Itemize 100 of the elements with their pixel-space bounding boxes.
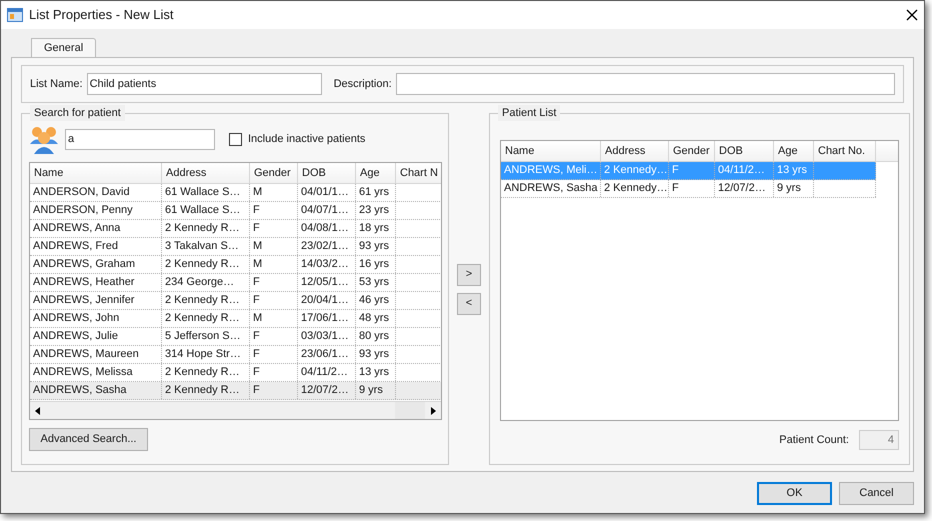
table-cell-text: 61 yrs (359, 185, 389, 200)
column-header[interactable]: Chart N (396, 163, 441, 183)
table-cell-text: 93 yrs (359, 239, 389, 254)
table-cell-text: ANDREWS, John (33, 311, 120, 326)
table-cell-text: 234 George… (165, 275, 234, 290)
table-cell-text: 23/06/1… (301, 347, 349, 362)
checkbox-label[interactable]: Include inactive patients (248, 130, 366, 148)
table-row[interactable]: ANDREWS, Fred 3 Takalvan S… M 23/02/1… 93 yrs (30, 238, 441, 256)
table-row[interactable]: ANDERSON, Penny 61 Wallace S… F 04/07/1… 23 yrs (30, 202, 441, 220)
tab[interactable]: General (31, 38, 96, 57)
column-header[interactable]: Name (501, 141, 601, 161)
table-cell-text: 46 yrs (359, 293, 389, 308)
patient-count-field: 4 (859, 430, 899, 450)
column-header[interactable]: Chart No. (814, 141, 876, 161)
table-cell-text: 13 yrs (777, 163, 807, 178)
table-row[interactable]: ANDREWS, Graham 2 Kennedy R… M 14/03/2… 16 yrs (30, 256, 441, 274)
table-cell-text: 04/08/1… (301, 221, 349, 236)
table-row[interactable]: ANDREWS, Sasha 2 Kennedy… F 12/07/2… 9 yrs (501, 180, 876, 198)
table-cell-text: 53 yrs (359, 275, 389, 290)
table-cell-text: 03/03/1… (301, 329, 349, 344)
move-button[interactable]: > (457, 264, 481, 286)
list-name-field[interactable]: Child patients (86, 73, 322, 95)
table-cell-text: F (253, 365, 260, 380)
move-button[interactable]: < (457, 292, 481, 314)
checkbox[interactable] (229, 132, 242, 146)
table-row[interactable]: ANDREWS, Heather 234 George… F 12/05/1… 53 yrs (30, 274, 441, 292)
table-cell-text: 61 Wallace S… (165, 203, 240, 218)
table-cell-text: F (253, 203, 260, 218)
table-cell-text: F (253, 329, 260, 344)
window-icon (7, 8, 23, 22)
table-cell-text: 61 Wallace S… (165, 185, 240, 200)
table-cell-text: ANDERSON, David (33, 185, 130, 200)
table-row[interactable]: ANDREWS, Maureen 314 Hope Str… F 23/06/1… 93 yrs (30, 346, 441, 364)
table-row[interactable]: ANDREWS, Anna 2 Kennedy R… F 04/08/1… 18 yrs (30, 220, 441, 238)
column-header[interactable]: Gender (250, 163, 298, 183)
close-icon[interactable] (906, 9, 918, 21)
table-cell-text: 2 Kennedy R… (165, 221, 240, 236)
column-header[interactable]: Age (774, 141, 814, 161)
table-cell-text: 16 yrs (359, 257, 389, 272)
column-header[interactable]: DOB (715, 141, 774, 161)
table-cell-text: ANDREWS, Sasha (33, 383, 127, 398)
horizontal-scrollbar[interactable] (30, 401, 441, 419)
table-cell-text: 5 Jefferson S… (165, 329, 241, 344)
column-header[interactable]: Address (601, 141, 669, 161)
patient-count-label: Patient Count: (779, 432, 849, 448)
table-row[interactable]: ANDREWS, Julie 5 Jefferson S… F 03/03/1… 80 yrs (30, 328, 441, 346)
table-cell-text: 20/04/1… (301, 293, 349, 308)
table-cell-text: ANDREWS, Meli… (504, 163, 598, 178)
table-cell-text: F (253, 383, 260, 398)
table-cell-text: 12/05/1… (301, 275, 349, 290)
table-cell-text: ANDREWS, Fred (33, 239, 118, 254)
table-cell-text: ANDREWS, Graham (33, 257, 136, 272)
table-cell-text: ANDREWS, Heather (33, 275, 134, 290)
dialog-button[interactable]: Cancel (839, 482, 914, 505)
advanced-search-button[interactable]: Advanced Search... (29, 428, 148, 451)
table-cell-text: 2 Kennedy R… (165, 311, 240, 326)
search-field[interactable]: a (65, 128, 215, 150)
table-cell-text: 2 Kennedy R… (165, 365, 240, 380)
column-header[interactable]: Name (30, 163, 162, 183)
table-cell-text: F (672, 181, 679, 196)
column-header[interactable]: Age (356, 163, 396, 183)
table-cell-text: 2 Kennedy R… (165, 383, 240, 398)
field-label: List Name: (30, 76, 83, 92)
table-cell-text: 23/02/1… (301, 239, 349, 254)
table-cell-text: 04/11/2… (718, 163, 765, 178)
column-header[interactable]: DOB (298, 163, 356, 183)
table-cell-text: M (253, 239, 262, 254)
table-cell-text: ANDREWS, Sasha (504, 181, 598, 196)
description-field[interactable] (396, 73, 895, 95)
table-row[interactable]: ANDERSON, David 61 Wallace S… M 04/01/1… 61 yrs (30, 184, 441, 202)
column-header[interactable]: Address (162, 163, 250, 183)
window-title: List Properties - New List (29, 6, 174, 24)
table-cell-text: 93 yrs (359, 347, 389, 362)
table-row[interactable]: ANDREWS, Jennifer 2 Kennedy R… F 20/04/1… 46 yrs (30, 292, 441, 310)
table-cell-text: 12/07/2… (301, 383, 349, 398)
table-row[interactable]: ANDREWS, John 2 Kennedy R… M 17/06/1… 48 yrs (30, 310, 441, 328)
table-cell-text: M (253, 257, 262, 272)
table-cell-text: ANDREWS, Julie (33, 329, 118, 344)
table-cell-text: M (253, 311, 262, 326)
table-cell-text: 04/07/1… (301, 203, 349, 218)
scrollbar-thumb[interactable] (395, 402, 425, 419)
table-cell-text: ANDREWS, Melissa (33, 365, 133, 380)
table-cell-text: 314 Hope Str… (165, 347, 241, 362)
table-cell-text: 48 yrs (359, 311, 389, 326)
table-cell-text: F (253, 221, 260, 236)
people-icon (29, 124, 59, 154)
dialog-button[interactable]: OK (757, 482, 832, 505)
table-row[interactable]: ANDREWS, Sasha 2 Kennedy R… F 12/07/2… 9 yrs (30, 382, 441, 400)
table-cell-text: 80 yrs (359, 329, 389, 344)
table-cell-text: 12/07/2… (718, 181, 766, 196)
table-cell-text: 04/11/2… (301, 365, 348, 380)
group-title: Patient List (498, 105, 560, 121)
table-cell-text: F (253, 293, 260, 308)
column-header[interactable]: Gender (669, 141, 715, 161)
table-cell-text: 14/03/2… (301, 257, 349, 272)
field-label: Description: (334, 76, 392, 92)
table-cell-text: 9 yrs (777, 181, 801, 196)
table-cell-text: 17/06/1… (301, 311, 349, 326)
table-cell-text: 18 yrs (359, 221, 389, 236)
table-cell-text: ANDREWS, Anna (33, 221, 120, 236)
